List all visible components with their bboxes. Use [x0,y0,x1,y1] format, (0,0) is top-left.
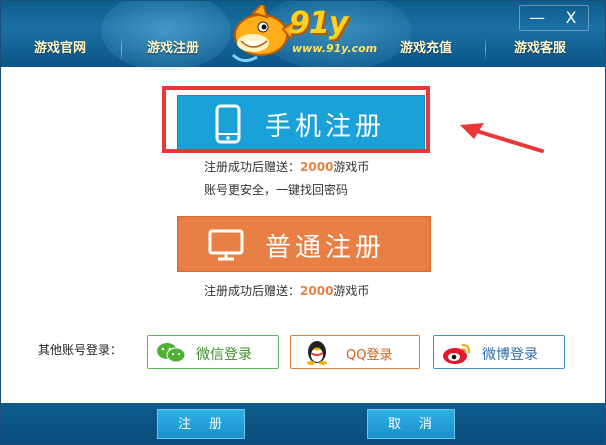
header-bar: 游戏官网 游戏注册 游戏充值 游戏客服 91y www.91y.com — X [1,1,605,71]
normal-register-button[interactable]: 普通注册 [177,216,431,272]
footer-bar: 注册 取消 [1,403,605,444]
weibo-login-label: 微博登录 [482,347,538,363]
qq-login-label: QQ登录 [346,348,393,363]
phone-security-note: 账号更安全，一键找回密码 [204,183,349,197]
nav-game-recharge[interactable]: 游戏充值 [400,37,452,61]
phone-bonus-note: 注册成功后赠送：2000游戏币 [204,160,370,174]
wechat-icon [157,343,186,363]
logo-text: 91y [289,6,348,41]
register-window: 游戏官网 游戏注册 游戏充值 游戏客服 91y www.91y.com — X [0,0,606,445]
qq-login-button[interactable]: QQ登录 [290,335,420,369]
wechat-login-label: 微信登录 [196,347,252,363]
normal-bonus-note: 注册成功后赠送：2000游戏币 [204,284,370,298]
nav-game-service[interactable]: 游戏客服 [514,37,566,61]
monitor-icon [208,229,244,261]
other-login-label: 其他账号登录： [38,343,123,357]
register-button[interactable]: 注册 [157,409,245,439]
normal-register-label: 普通注册 [265,233,386,263]
arrow-icon [460,123,544,153]
nav-game-register[interactable]: 游戏注册 [147,37,199,61]
close-button[interactable]: X [558,7,584,29]
qq-penguin-icon [307,341,327,365]
nav-official-site[interactable]: 游戏官网 [34,37,86,61]
cancel-button[interactable]: 取消 [367,409,455,439]
wechat-login-button[interactable]: 微信登录 [147,335,279,369]
weibo-login-button[interactable]: 微博登录 [433,335,565,369]
logo-url: www.91y.com [292,42,378,55]
highlight-box [162,86,430,153]
minimize-button[interactable]: — [524,7,550,29]
weibo-icon [443,343,471,364]
